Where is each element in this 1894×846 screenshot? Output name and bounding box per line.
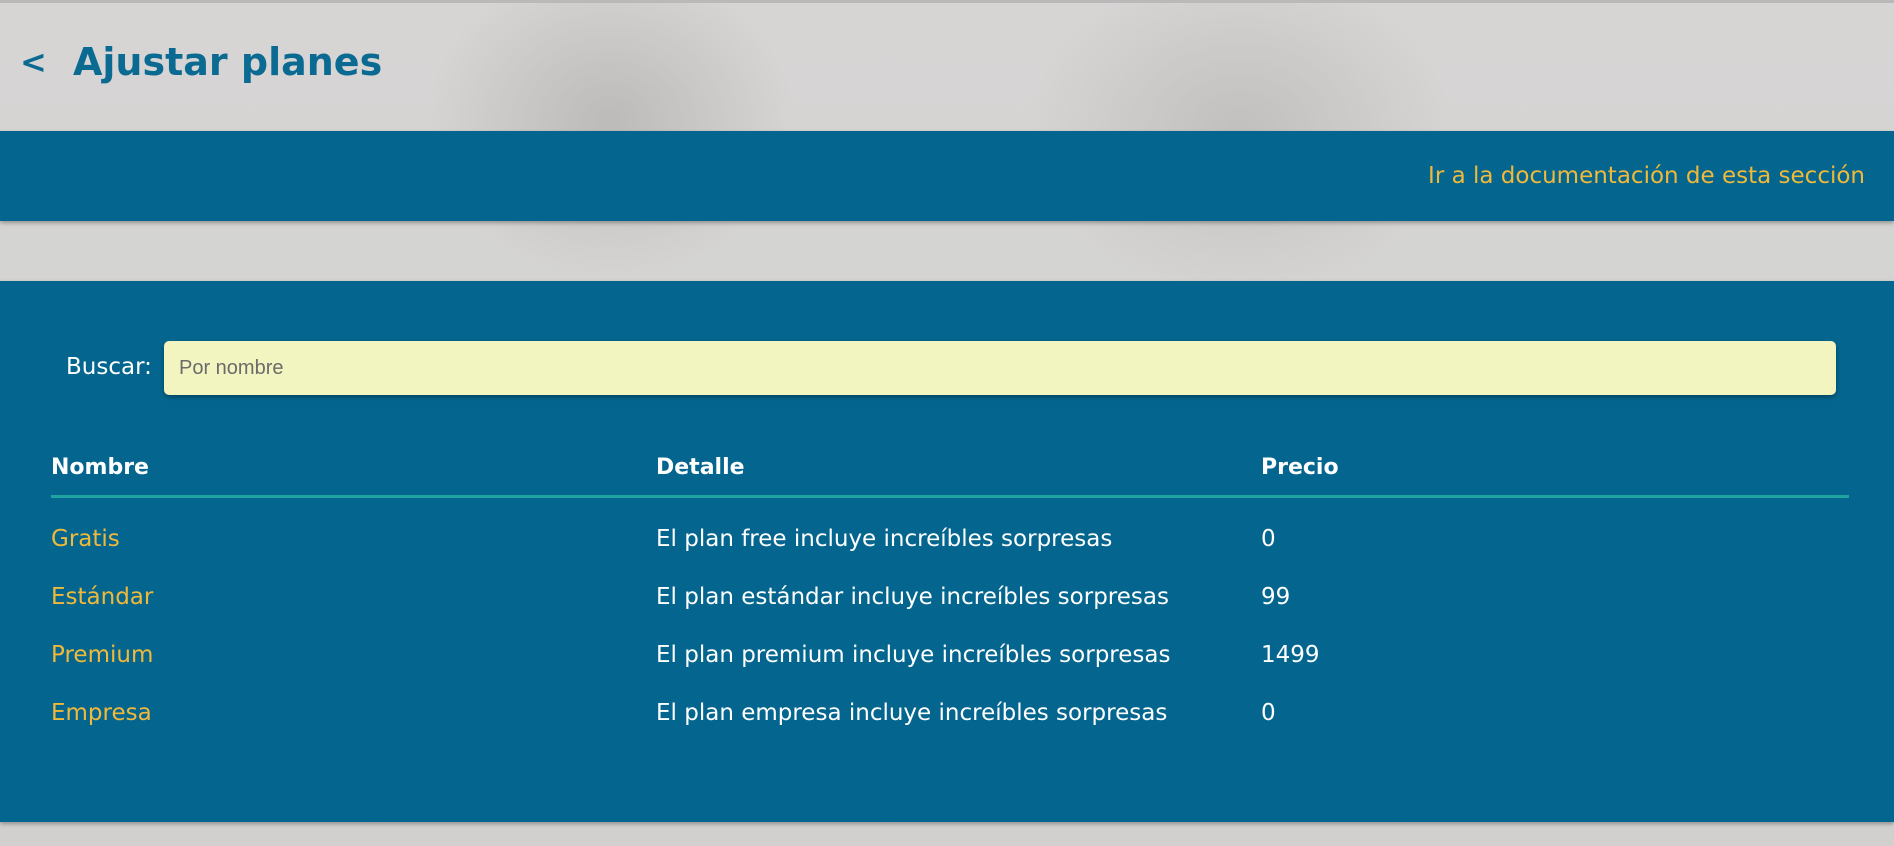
plans-table: Nombre Detalle Precio Gratis El plan fre… — [51, 439, 1849, 742]
table-row: Gratis El plan free incluye increíbles s… — [51, 497, 1849, 569]
column-header-name[interactable]: Nombre — [51, 439, 656, 498]
plan-detail: El plan empresa incluye increíbles sorpr… — [656, 700, 1168, 726]
plan-detail: El plan estándar incluye increíbles sorp… — [656, 584, 1169, 610]
page-title: Ajustar planes — [73, 40, 383, 84]
back-button[interactable]: < — [20, 43, 47, 81]
plan-name-link[interactable]: Empresa — [51, 700, 152, 726]
plans-panel: Buscar: Nombre Detalle Precio Gratis El … — [0, 281, 1894, 822]
plan-price: 0 — [1261, 526, 1276, 552]
table-row: Estándar El plan estándar incluye increí… — [51, 568, 1849, 626]
plan-price: 1499 — [1261, 642, 1320, 668]
column-header-detail[interactable]: Detalle — [656, 439, 1261, 498]
plan-name-link[interactable]: Gratis — [51, 526, 120, 552]
top-header: < Ajustar planes — [0, 0, 1894, 131]
plan-name-link[interactable]: Premium — [51, 642, 153, 668]
documentation-link[interactable]: Ir a la documentación de esta sección — [1428, 163, 1865, 189]
documentation-bar: Ir a la documentación de esta sección — [0, 131, 1894, 221]
plan-price: 99 — [1261, 584, 1291, 610]
table-header-row: Nombre Detalle Precio — [51, 439, 1849, 498]
plan-detail: El plan premium incluye increíbles sorpr… — [656, 642, 1171, 668]
table-row: Premium El plan premium incluye increíbl… — [51, 626, 1849, 684]
column-header-price[interactable]: Precio — [1261, 439, 1849, 498]
search-label: Buscar: — [66, 354, 152, 380]
plan-detail: El plan free incluye increíbles sorpresa… — [656, 526, 1113, 552]
search-input[interactable] — [164, 341, 1836, 395]
table-row: Empresa El plan empresa incluye increíbl… — [51, 684, 1849, 742]
plan-price: 0 — [1261, 700, 1276, 726]
plan-name-link[interactable]: Estándar — [51, 584, 153, 610]
